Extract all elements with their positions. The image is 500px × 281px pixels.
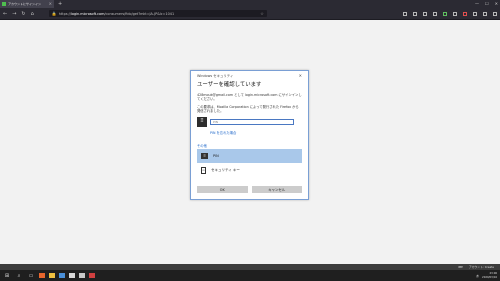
- clock-date: 2020/03/16: [482, 275, 497, 279]
- search-icon[interactable]: ⌕: [15, 273, 23, 279]
- task-view-icon[interactable]: ▭: [27, 273, 35, 279]
- dialog-buttons: OK キャンセル: [197, 186, 302, 193]
- lock-icon: 🔒: [51, 11, 57, 16]
- start-icon[interactable]: ⊞: [3, 273, 11, 279]
- status-item-1: IME: [457, 265, 463, 269]
- address-bar[interactable]: 🔒 https://login.microsoft.com/consumers/…: [48, 10, 267, 17]
- tab-close-icon[interactable]: ×: [49, 2, 52, 6]
- app-2-icon[interactable]: [69, 273, 75, 278]
- more-options-label: その他: [197, 143, 207, 148]
- dialog-header-label: Windows セキュリティ: [197, 73, 234, 78]
- ime-indicator[interactable]: あ: [476, 274, 479, 278]
- dialog-origin-text: この要求は、Mozilla Corporation によって発行された Fire…: [197, 104, 299, 114]
- browser-navbar: ← → ↻ ⌂ 🔒 https://login.microsoft.com/co…: [0, 8, 500, 20]
- ok-button[interactable]: OK: [197, 186, 248, 193]
- system-tray: あ 23:06 2020/03/16: [476, 272, 497, 278]
- keypad-small-icon: ⠿: [201, 152, 208, 159]
- back-icon[interactable]: ←: [3, 11, 7, 17]
- dialog-close-icon[interactable]: ✕: [299, 73, 302, 78]
- window-controls: — ☐ ✕: [475, 1, 498, 6]
- app-3-icon[interactable]: [79, 273, 85, 278]
- maximize-icon[interactable]: ☐: [485, 1, 489, 6]
- option-pin-label: PIN: [213, 153, 219, 158]
- cancel-button[interactable]: キャンセル: [251, 186, 302, 193]
- addon-2-icon[interactable]: [473, 11, 477, 16]
- dialog-signin-text: 428mouk@gmail.com として login.microsoft.co…: [197, 93, 302, 102]
- addon-green-icon[interactable]: [443, 11, 447, 16]
- firefox-icon[interactable]: [39, 273, 45, 278]
- menu-icon[interactable]: [493, 11, 497, 16]
- addon-icon[interactable]: [453, 11, 457, 16]
- app-icon[interactable]: [59, 273, 65, 278]
- home-icon[interactable]: ⌂: [31, 11, 34, 17]
- app-4-icon[interactable]: [89, 273, 95, 278]
- toolbar-icons: [403, 11, 497, 16]
- status-item-2: アカウント: Create: [468, 265, 494, 269]
- dialog-header: Windows セキュリティ ✕: [191, 71, 308, 79]
- extension-icon[interactable]: [423, 11, 427, 16]
- addon-red-icon[interactable]: [463, 11, 467, 16]
- url-text: https://login.microsoft.com/consumers/fi…: [58, 11, 175, 16]
- reload-icon[interactable]: ↻: [21, 11, 25, 17]
- browser-titlebar: アカウントにサインイン × + — ☐ ✕: [0, 0, 500, 8]
- sync-icon[interactable]: [433, 11, 437, 16]
- option-pin[interactable]: ⠿ PIN: [197, 148, 302, 163]
- pin-row: ⠿ PIN: [191, 116, 308, 127]
- keypad-icon: ⠿: [197, 116, 207, 127]
- pin-input[interactable]: PIN: [210, 118, 294, 125]
- dialog-title: ユーザーを確認しています: [197, 82, 262, 88]
- forward-icon[interactable]: →: [12, 11, 16, 17]
- library-icon[interactable]: [403, 11, 407, 16]
- new-tab-button[interactable]: +: [58, 1, 62, 7]
- tab-favicon-icon: [2, 2, 6, 6]
- bookmark-star-icon[interactable]: ☆: [260, 11, 264, 16]
- window-close-icon[interactable]: ✕: [495, 1, 498, 6]
- windows-taskbar: ⊞ ⌕ ▭ あ 23:06 2020/03/16: [0, 270, 500, 281]
- tab-title: アカウントにサインイン: [8, 2, 42, 6]
- option-security-key-label: セキュリティ キー: [211, 168, 240, 173]
- forgot-pin-link[interactable]: PIN を忘れた場合: [191, 130, 308, 135]
- addon-3-icon[interactable]: [483, 11, 487, 16]
- option-security-key[interactable]: ▫ セキュリティ キー: [197, 164, 302, 178]
- clock[interactable]: 23:06 2020/03/16: [482, 272, 497, 278]
- sidebar-icon[interactable]: [413, 11, 417, 16]
- explorer-icon[interactable]: [49, 273, 55, 278]
- minimize-icon[interactable]: —: [475, 1, 479, 6]
- windows-security-dialog: Windows セキュリティ ✕ ユーザーを確認しています 428mouk@gm…: [190, 70, 309, 200]
- tab-signin[interactable]: アカウントにサインイン ×: [0, 0, 54, 8]
- security-key-icon: ▫: [201, 167, 206, 175]
